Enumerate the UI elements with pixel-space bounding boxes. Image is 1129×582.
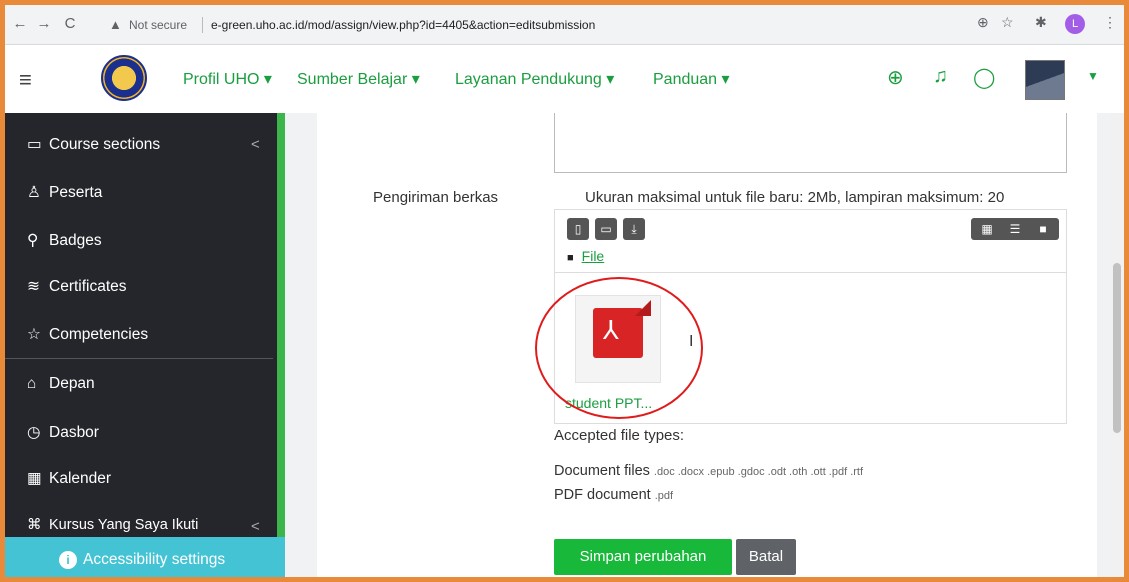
cancel-button[interactable]: Batal xyxy=(736,539,796,575)
download-icon[interactable]: ⤓ xyxy=(623,218,645,240)
nav-panduan[interactable]: Panduan ▾ xyxy=(653,69,730,89)
accessibility-label: Accessibility settings xyxy=(83,551,226,568)
user-avatar[interactable] xyxy=(1025,60,1065,100)
address-separator xyxy=(202,17,203,33)
browser-menu-icon[interactable]: ⋮ xyxy=(1103,14,1117,31)
bookmark-star-icon[interactable]: ☆ xyxy=(1001,14,1014,31)
page-scrollbar[interactable] xyxy=(1110,113,1124,577)
sidebar-scroll-indicator xyxy=(277,113,285,537)
accessibility-icon: i xyxy=(59,551,77,569)
file-type-pdf: PDF document .pdf xyxy=(554,487,674,503)
graduation-icon: ⌘ xyxy=(27,517,42,533)
dashboard-icon: ◷ xyxy=(27,424,41,441)
chat-icon[interactable]: ◯ xyxy=(973,65,995,90)
submission-form: Pengiriman berkas Ukuran maksimal untuk … xyxy=(317,113,1097,577)
accessibility-settings-button[interactable]: i Accessibility settings xyxy=(5,537,310,577)
online-text-editor[interactable] xyxy=(554,113,1067,173)
certificate-icon: ≋ xyxy=(27,278,40,295)
file-picker: ▯ ▭ ⤓ ▦ ☰ ■ ■ File ⅄ student PPT... I xyxy=(535,209,1067,424)
file-picker-toolbar: ▯ ▭ ⤓ ▦ ☰ ■ ■ File xyxy=(555,210,1066,272)
sidebar-item-kalender[interactable]: ▦ Kalender xyxy=(27,469,111,488)
file-type-document: Document files .doc .docx .epub .gdoc .od… xyxy=(554,463,864,479)
tree-view-icon[interactable]: ■ xyxy=(1029,218,1057,240)
star-icon: ☆ xyxy=(27,326,41,343)
sidebar-item-badges[interactable]: ⚲ Badges xyxy=(27,231,102,250)
reload-icon[interactable]: C xyxy=(61,15,79,33)
sidebar-item-certificates[interactable]: ≋ Certificates xyxy=(27,277,127,296)
file-drop-area[interactable]: ⅄ student PPT... I xyxy=(535,272,1066,423)
extensions-icon[interactable]: ✱ xyxy=(1035,14,1047,31)
chevron-left-icon[interactable]: < xyxy=(251,136,260,153)
address-bar[interactable]: ▲ Not secure e-green.uho.ac.id/mod/assig… xyxy=(95,11,1025,39)
save-changes-button[interactable]: Simpan perubahan xyxy=(554,539,732,575)
path-file-link[interactable]: File xyxy=(582,248,605,264)
browser-profile-avatar[interactable]: L xyxy=(1065,14,1085,34)
bell-icon[interactable]: ♫ xyxy=(933,65,948,88)
sidebar-item-dasbor[interactable]: ◷ Dasbor xyxy=(27,423,99,442)
sidebar-item-kursus[interactable]: ⌘ Kursus Yang Saya Ikuti xyxy=(27,517,198,533)
security-label: Not secure xyxy=(129,18,188,32)
back-icon[interactable]: ← xyxy=(11,15,29,33)
site-header: ≡ Profil UHO ▾ Sumber Belajar ▾ Layanan … xyxy=(5,45,1124,113)
folder-icon: ■ xyxy=(567,252,574,264)
nav-profil-uho[interactable]: Profil UHO ▾ xyxy=(183,69,272,89)
url-text[interactable]: e-green.uho.ac.id/mod/assign/view.php?id… xyxy=(211,18,595,32)
nav-layanan-pendukung[interactable]: Layanan Pendukung ▾ xyxy=(455,69,614,89)
file-path-breadcrumb: ■ File xyxy=(567,248,604,264)
badge-icon: ⚲ xyxy=(27,232,39,249)
sidebar-item-peserta[interactable]: ♙ Peserta xyxy=(27,183,102,202)
sidebar: ▭ Course sections < ♙ Peserta ⚲ Badges ≋ Cer… xyxy=(5,113,277,577)
file-submission-label: Pengiriman berkas xyxy=(373,189,499,206)
sidebar-item-depan[interactable]: ⌂ Depan xyxy=(27,375,95,393)
view-mode-toggle: ▦ ☰ ■ xyxy=(971,218,1059,240)
grid-view-icon[interactable]: ▦ xyxy=(973,218,1001,240)
sidebar-item-competencies[interactable]: ☆ Competencies xyxy=(27,325,148,344)
scrollbar-thumb[interactable] xyxy=(1113,263,1121,433)
warning-icon: ▲ xyxy=(109,17,122,32)
main-content: Pengiriman berkas Ukuran maksimal untuk … xyxy=(285,113,1110,577)
university-logo[interactable] xyxy=(101,55,147,101)
hamburger-menu-icon[interactable]: ≡ xyxy=(19,67,32,93)
upload-limits-text: Ukuran maksimal untuk file baru: 2Mb, la… xyxy=(585,189,1005,206)
users-icon: ♙ xyxy=(27,184,41,201)
calendar-icon: ▦ xyxy=(27,470,42,487)
list-view-icon[interactable]: ☰ xyxy=(1001,218,1029,240)
forward-icon[interactable]: → xyxy=(35,15,53,33)
screenshot-frame: ← → C ▲ Not secure e-green.uho.ac.id/mod… xyxy=(5,5,1124,577)
sidebar-divider xyxy=(5,358,273,359)
sidebar-item-course-sections[interactable]: ▭ Course sections xyxy=(27,135,160,154)
nav-sumber-belajar[interactable]: Sumber Belajar ▾ xyxy=(297,69,420,89)
folder-icon: ▭ xyxy=(27,136,42,153)
globe-icon[interactable]: ⊕ xyxy=(887,65,904,90)
highlight-circle xyxy=(535,277,703,419)
chevron-left-icon[interactable]: < xyxy=(251,518,260,535)
add-file-icon[interactable]: ▯ xyxy=(567,218,589,240)
create-folder-icon[interactable]: ▭ xyxy=(595,218,617,240)
zoom-icon[interactable]: ⊕ xyxy=(977,14,989,31)
accepted-file-types-title: Accepted file types: xyxy=(554,427,685,444)
home-icon: ⌂ xyxy=(27,375,37,392)
user-menu-caret-icon[interactable]: ▼ xyxy=(1087,69,1099,83)
browser-toolbar: ← → C ▲ Not secure e-green.uho.ac.id/mod… xyxy=(5,5,1124,45)
